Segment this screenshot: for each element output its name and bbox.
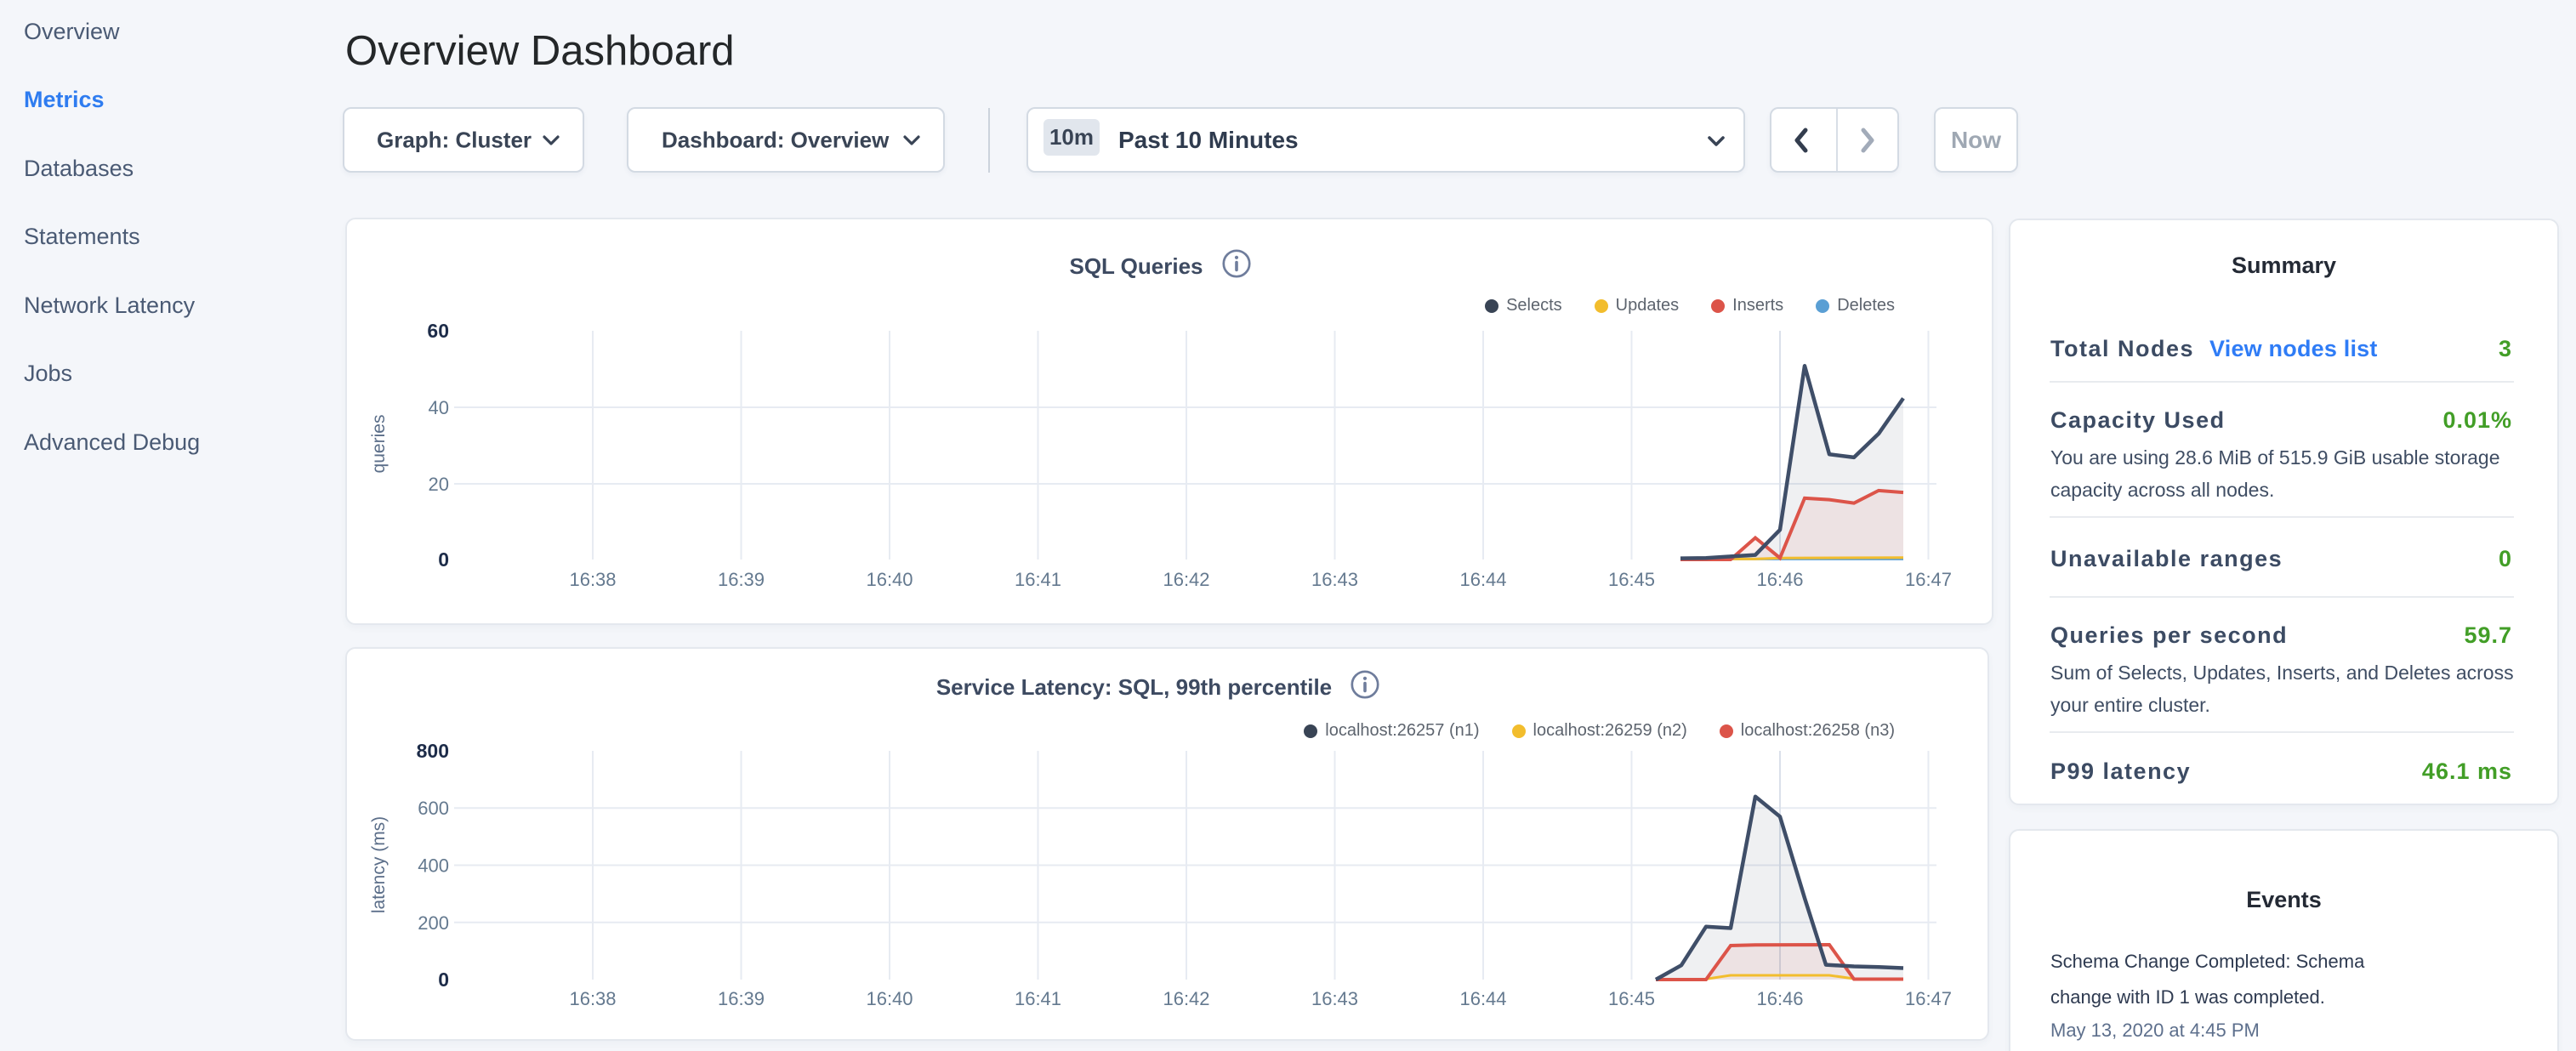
- svg-text:0: 0: [438, 969, 449, 991]
- svg-text:16:47: 16:47: [1905, 988, 1952, 1009]
- svg-text:20: 20: [429, 474, 449, 495]
- svg-text:16:44: 16:44: [1459, 988, 1506, 1009]
- svg-text:40: 40: [429, 397, 449, 418]
- svg-text:60: 60: [427, 320, 449, 342]
- svg-text:16:42: 16:42: [1163, 988, 1209, 1009]
- svg-text:0: 0: [438, 548, 449, 571]
- svg-text:16:46: 16:46: [1756, 988, 1803, 1009]
- svg-text:16:38: 16:38: [569, 569, 616, 590]
- svg-text:400: 400: [418, 855, 449, 877]
- svg-text:800: 800: [417, 740, 449, 762]
- svg-text:200: 200: [418, 912, 449, 934]
- svg-text:16:45: 16:45: [1608, 569, 1655, 590]
- svg-text:queries: queries: [369, 415, 389, 474]
- svg-text:16:40: 16:40: [866, 569, 913, 590]
- svg-text:16:44: 16:44: [1459, 569, 1506, 590]
- svg-text:16:43: 16:43: [1311, 988, 1358, 1009]
- svg-text:16:39: 16:39: [718, 569, 765, 590]
- svg-text:16:46: 16:46: [1756, 569, 1803, 590]
- svg-text:16:40: 16:40: [866, 988, 913, 1009]
- svg-text:16:45: 16:45: [1608, 988, 1655, 1009]
- svg-text:16:47: 16:47: [1905, 569, 1952, 590]
- svg-text:16:38: 16:38: [569, 988, 616, 1009]
- svg-text:16:41: 16:41: [1015, 988, 1061, 1009]
- svg-text:600: 600: [418, 798, 449, 819]
- svg-text:16:41: 16:41: [1015, 569, 1061, 590]
- svg-text:latency (ms): latency (ms): [369, 816, 389, 913]
- svg-text:16:42: 16:42: [1163, 569, 1209, 590]
- svg-text:16:43: 16:43: [1311, 569, 1358, 590]
- svg-text:16:39: 16:39: [718, 988, 765, 1009]
